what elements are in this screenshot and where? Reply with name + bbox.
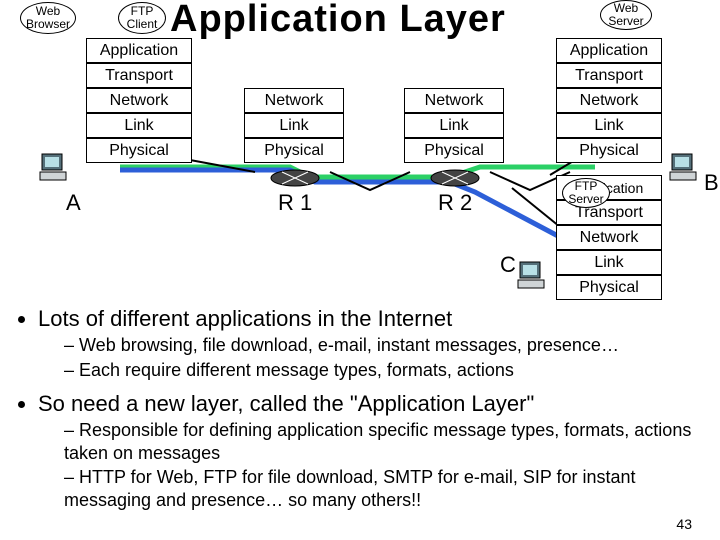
- bullet-sub: Web browsing, file download, e-mail, ins…: [64, 334, 710, 357]
- layer: Application: [86, 38, 192, 63]
- bubble-web-browser: Web Browser: [20, 2, 76, 34]
- bubble-line: Browser: [26, 18, 70, 31]
- layer: Network: [556, 88, 662, 113]
- layer: Link: [556, 250, 662, 275]
- bubble-line: Server: [608, 15, 643, 28]
- stack-host-a: Application Transport Network Link Physi…: [86, 38, 192, 163]
- page-title: Application Layer: [170, 0, 506, 41]
- bubble-ftp-server: FTP Server: [562, 178, 610, 208]
- router-icon: [270, 168, 320, 188]
- layer: Physical: [244, 138, 344, 163]
- layer: Link: [556, 113, 662, 138]
- bullet-sub: HTTP for Web, FTP for file download, SMT…: [64, 466, 710, 511]
- bullets-block: Lots of different applications in the In…: [10, 306, 710, 521]
- layer: Transport: [86, 63, 192, 88]
- layer: Link: [86, 113, 192, 138]
- layer: Physical: [86, 138, 192, 163]
- layer: Physical: [556, 275, 662, 300]
- label-c: C: [500, 252, 516, 278]
- layer: Network: [244, 88, 344, 113]
- bullet-sub: Each require different message types, fo…: [64, 359, 710, 382]
- bullet-top: So need a new layer, called the "Applica…: [38, 391, 710, 511]
- layer: Physical: [556, 138, 662, 163]
- label-r1: R 1: [278, 190, 312, 216]
- label-b: B: [704, 170, 719, 196]
- layer: Transport: [556, 63, 662, 88]
- slide-number: 43: [676, 516, 692, 532]
- computer-icon: [668, 150, 704, 186]
- stack-r1: Network Link Physical: [244, 88, 344, 163]
- bubble-line: Client: [127, 18, 158, 31]
- bullet-text: Lots of different applications in the In…: [38, 306, 452, 331]
- label-r2: R 2: [438, 190, 472, 216]
- bullet-sub: Responsible for defining application spe…: [64, 419, 710, 464]
- computer-icon: [38, 150, 74, 186]
- label-a: A: [66, 190, 81, 216]
- bubble-line: Server: [568, 193, 603, 206]
- bullet-text: So need a new layer, called the "Applica…: [38, 391, 534, 416]
- computer-icon: [516, 258, 552, 294]
- layer: Link: [244, 113, 344, 138]
- network-diagram: Application Layer Application Transport …: [10, 0, 710, 300]
- router-icon: [430, 168, 480, 188]
- layer: Physical: [404, 138, 504, 163]
- bubble-web-server: Web Server: [600, 0, 652, 30]
- layer: Network: [404, 88, 504, 113]
- bullet-top: Lots of different applications in the In…: [38, 306, 710, 381]
- layer: Network: [556, 225, 662, 250]
- stack-r2: Network Link Physical: [404, 88, 504, 163]
- layer: Link: [404, 113, 504, 138]
- layer: Application: [556, 38, 662, 63]
- bubble-ftp-client: FTP Client: [118, 2, 166, 34]
- stack-host-b: Application Transport Network Link Physi…: [556, 38, 662, 163]
- layer: Network: [86, 88, 192, 113]
